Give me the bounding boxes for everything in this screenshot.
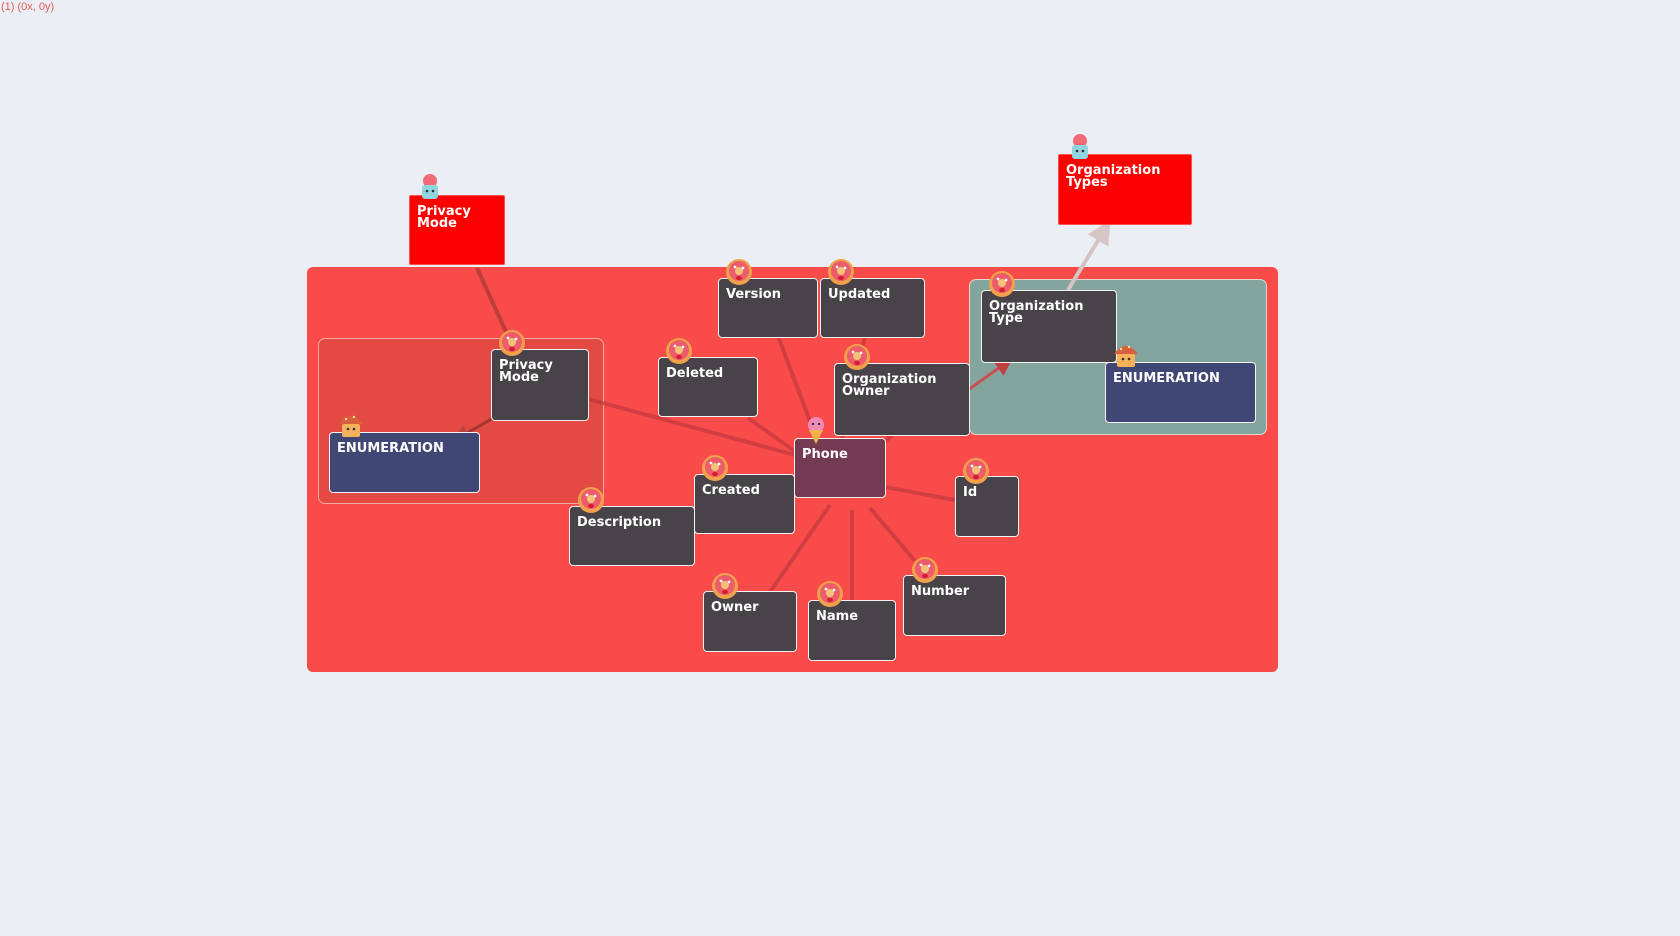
node-name[interactable]: Name <box>808 600 896 661</box>
node-privacy-mode[interactable]: Privacy Mode <box>491 349 589 421</box>
node-phone[interactable]: Phone <box>794 438 886 498</box>
node-label: Privacy Mode <box>499 358 553 385</box>
node-label: Deleted <box>666 366 724 381</box>
node-label: Organization Types <box>1066 163 1161 190</box>
node-privacy-mode-external[interactable]: Privacy Mode <box>409 195 505 265</box>
node-updated[interactable]: Updated <box>820 278 925 338</box>
node-label: Created <box>702 483 760 498</box>
node-owner[interactable]: Owner <box>703 591 797 652</box>
node-privacy-mode-enumeration[interactable]: ENUMERATION <box>329 432 480 493</box>
node-version[interactable]: Version <box>718 278 818 338</box>
node-label: Id <box>963 485 978 500</box>
node-label: ENUMERATION <box>1113 371 1220 386</box>
node-label: Description <box>577 515 662 530</box>
node-organization-types-external[interactable]: Organization Types <box>1058 154 1192 225</box>
node-organization-owner[interactable]: Organization Owner <box>834 363 970 436</box>
node-label: Owner <box>711 600 759 615</box>
node-number[interactable]: Number <box>903 575 1006 636</box>
node-label: Privacy Mode <box>417 204 471 231</box>
node-label: Organization Type <box>989 299 1084 326</box>
node-label: Number <box>911 584 970 599</box>
node-description[interactable]: Description <box>569 506 695 566</box>
node-deleted[interactable]: Deleted <box>658 357 758 417</box>
node-label: ENUMERATION <box>337 441 444 456</box>
node-label: Updated <box>828 287 891 302</box>
node-id[interactable]: Id <box>955 476 1019 537</box>
node-label: Version <box>726 287 781 302</box>
node-organization-type-enumeration[interactable]: ENUMERATION <box>1105 362 1256 423</box>
node-label: Phone <box>802 447 848 462</box>
node-created[interactable]: Created <box>694 474 795 534</box>
node-label: Organization Owner <box>842 372 937 399</box>
node-organization-type[interactable]: Organization Type <box>981 290 1117 363</box>
diagram-canvas[interactable]: Privacy Mode Organization Types Version … <box>0 0 1680 936</box>
node-label: Name <box>816 609 859 624</box>
